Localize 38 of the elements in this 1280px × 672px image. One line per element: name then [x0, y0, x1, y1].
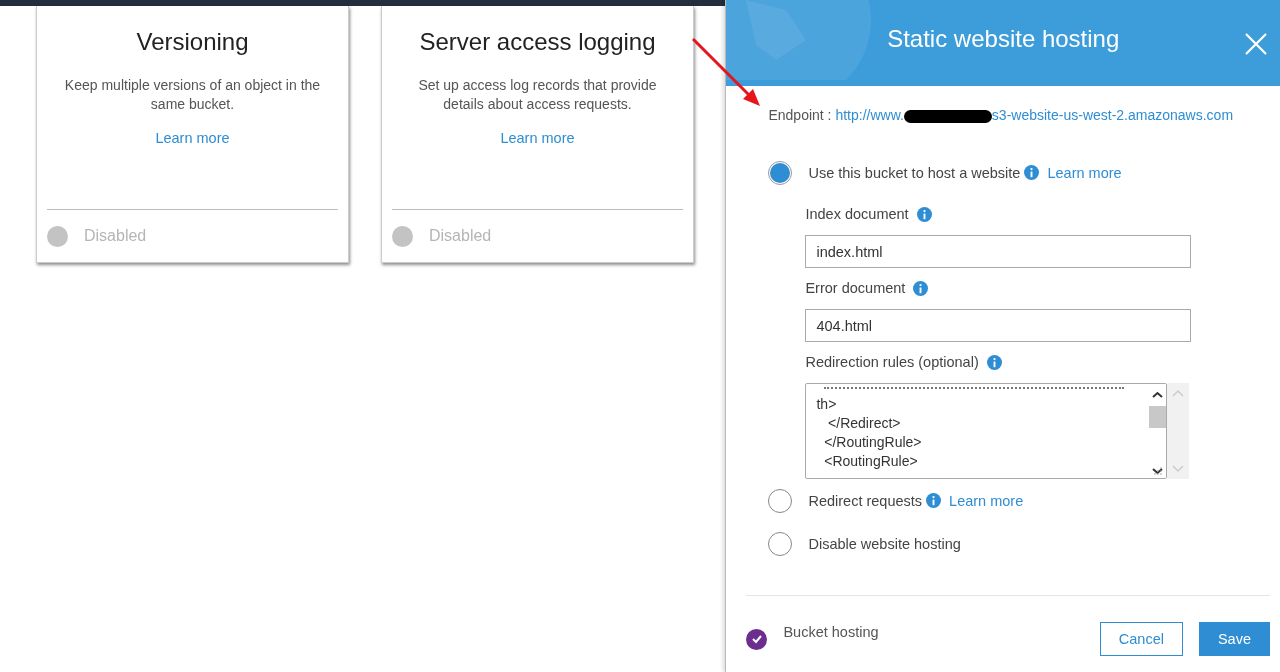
code-line: th>: [816, 395, 838, 414]
endpoint-link[interactable]: http://www. s3-website-us-west-2.amazonaws.com: [835, 107, 1234, 123]
field-label: Index document: [805, 206, 909, 222]
rules-textarea[interactable]: th> </Redirect> </RoutingRule> <RoutingRule>: [805, 383, 1168, 479]
info-icon[interactable]: [926, 493, 942, 508]
endpoint-text: Endpoint : http://www. s3-website-us-west-2.amazonaws.com: [768, 106, 1235, 125]
resize-grip-icon[interactable]: [1154, 467, 1163, 475]
panel-title: Static website hosting: [887, 25, 1120, 54]
status-label: Disabled: [84, 227, 147, 245]
learn-more-link[interactable]: Learn more: [500, 130, 575, 146]
info-icon[interactable]: [916, 206, 932, 222]
scroll-thumb[interactable]: [1149, 406, 1167, 428]
code-line: <RoutingRule>: [823, 452, 919, 471]
status-label: Disabled: [429, 227, 492, 245]
learn-more-link[interactable]: Learn more: [155, 130, 230, 146]
code-line: </Redirect>: [827, 414, 902, 433]
info-icon[interactable]: [913, 280, 929, 296]
status-label: Bucket hosting: [783, 624, 879, 640]
learn-more-link[interactable]: Learn more: [1047, 164, 1122, 181]
option-label: Disable website hosting: [808, 535, 961, 552]
cancel-button[interactable]: Cancel: [1099, 622, 1183, 656]
input-field[interactable]: 404.html: [805, 309, 1192, 342]
field-label: Error document: [805, 280, 906, 296]
scrollbar[interactable]: [1149, 384, 1167, 478]
card-description: Set up access log records that provide details about access requests.: [417, 76, 658, 114]
learn-more-link[interactable]: Learn more: [949, 492, 1024, 509]
annotation-arrow: [691, 37, 763, 109]
code-line: </RoutingRule>: [823, 433, 923, 452]
card-description: Keep multiple versions of an object in the same bucket.: [63, 76, 322, 114]
save-button[interactable]: Save: [1198, 622, 1270, 656]
input-field[interactable]: index.html: [805, 235, 1192, 268]
option-label: Redirect requests: [808, 492, 923, 509]
info-icon[interactable]: [1024, 165, 1040, 180]
field-label: Redirection rules (optional): [805, 354, 979, 370]
card-title: Versioning: [136, 28, 249, 56]
option-label: Use this bucket to host a website: [808, 164, 1021, 181]
card-title: Server access logging: [419, 28, 656, 56]
info-icon[interactable]: [986, 354, 1002, 370]
